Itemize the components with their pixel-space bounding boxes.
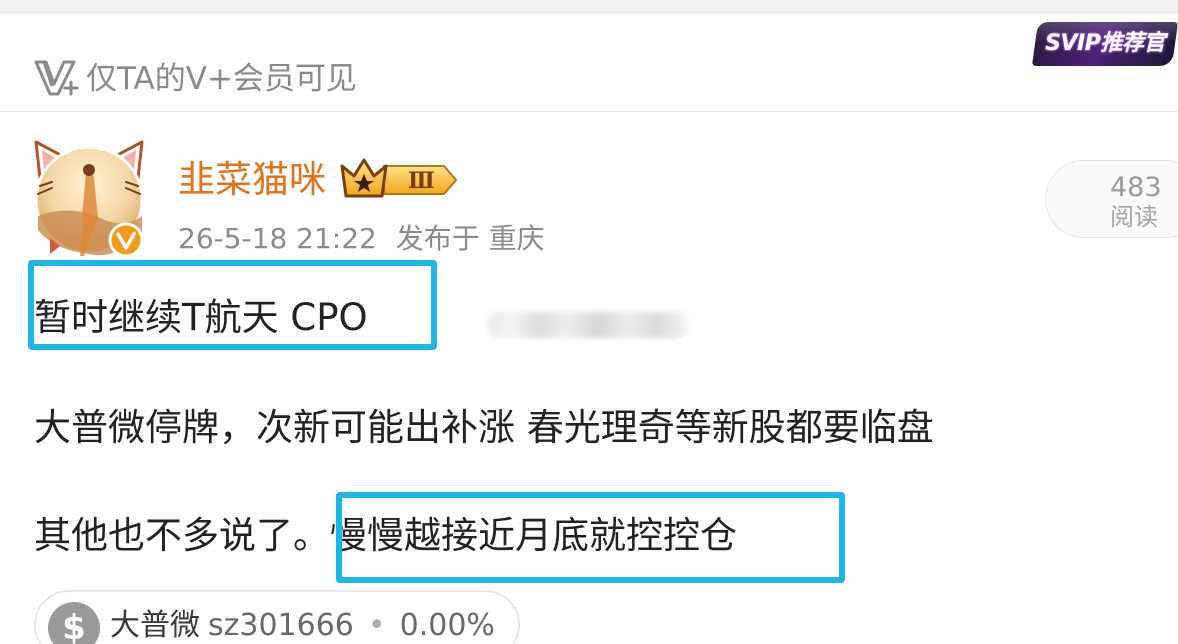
verified-v-icon [108, 222, 144, 258]
read-count-pill: 483 阅读 [1045, 160, 1178, 238]
post-date: 26-5-18 21:22 [178, 222, 377, 255]
read-count: 483 [1110, 172, 1162, 203]
stock-code: sz301666 [208, 608, 354, 643]
post-line-3-start: 其他也不多说了。 [34, 514, 330, 557]
svip-badge-label: SVIP推荐官 [1045, 31, 1165, 56]
v-plus-icon [34, 60, 79, 96]
level-text: Ⅲ [408, 168, 435, 194]
vip-visibility-text: 仅TA的V+会员可见 [86, 61, 357, 97]
cat-ear-avatar-icon [34, 140, 144, 258]
author-name[interactable]: 韭菜猫咪 [178, 156, 326, 204]
post-location: 发布于 重庆 [395, 222, 545, 255]
highlight-box-2 [336, 492, 845, 583]
crown-level-badge-icon[interactable]: Ⅲ [340, 156, 460, 202]
highlight-box-1 [28, 260, 437, 350]
post-meta: 26-5-18 21:22 发布于 重庆 [178, 220, 555, 258]
stock-name: 大普微 [110, 608, 200, 643]
stock-text: 大普微 sz301666 • 0.00% [110, 606, 495, 644]
blurred-content [488, 312, 688, 338]
stock-tag[interactable]: $ 大普微 sz301666 • 0.00% [34, 590, 520, 644]
avatar[interactable] [30, 138, 148, 260]
dollar-icon: $ [48, 602, 100, 644]
post-line-2: 大普微停牌，次新可能出补涨 春光理奇等新股都要临盘 [34, 406, 934, 449]
read-label: 阅读 [1110, 203, 1158, 231]
top-strip [0, 0, 1178, 14]
svip-recommender-badge[interactable]: SVIP推荐官 [1031, 22, 1178, 66]
stock-separator: • [367, 608, 386, 643]
vip-visibility-bar: 仅TA的V+会员可见 [0, 14, 1178, 112]
stock-change: 0.00% [399, 608, 495, 643]
